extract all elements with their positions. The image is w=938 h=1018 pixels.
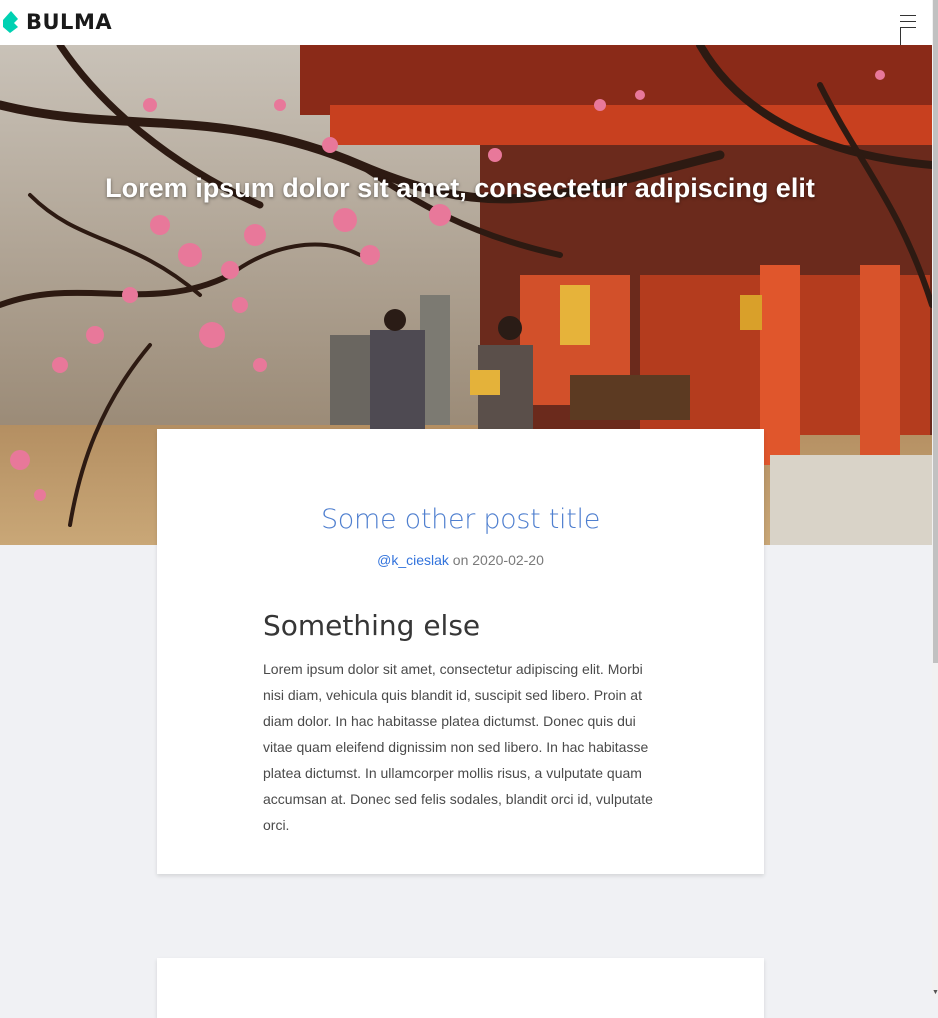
navbar: BULMA	[0, 0, 932, 45]
post-date: 2020-02-20	[472, 552, 544, 568]
scroll-down-arrow-icon[interactable]: ▼	[932, 988, 938, 998]
bulma-logo-icon	[3, 11, 18, 33]
date-prefix: on	[452, 552, 469, 568]
section-heading: Something else	[263, 609, 481, 642]
vertical-scrollbar[interactable]: ▼	[932, 0, 938, 998]
next-post-card	[157, 958, 764, 1018]
post-body: Lorem ipsum dolor sit amet, consectetur …	[263, 661, 653, 833]
post-title[interactable]: Some other post title	[157, 504, 764, 535]
scrollbar-thumb[interactable]	[933, 0, 938, 663]
post-card: Some other post title @k_cieslak on 2020…	[157, 429, 764, 874]
brand-name: BULMA	[26, 10, 113, 34]
hamburger-menu-icon[interactable]	[898, 13, 918, 47]
brand-logo-link[interactable]: BULMA	[2, 9, 112, 35]
post-meta: @k_cieslak on 2020-02-20	[157, 552, 764, 568]
hero-title: Lorem ipsum dolor sit amet, consectetur …	[105, 173, 815, 203]
author-link[interactable]: @k_cieslak	[377, 552, 449, 568]
